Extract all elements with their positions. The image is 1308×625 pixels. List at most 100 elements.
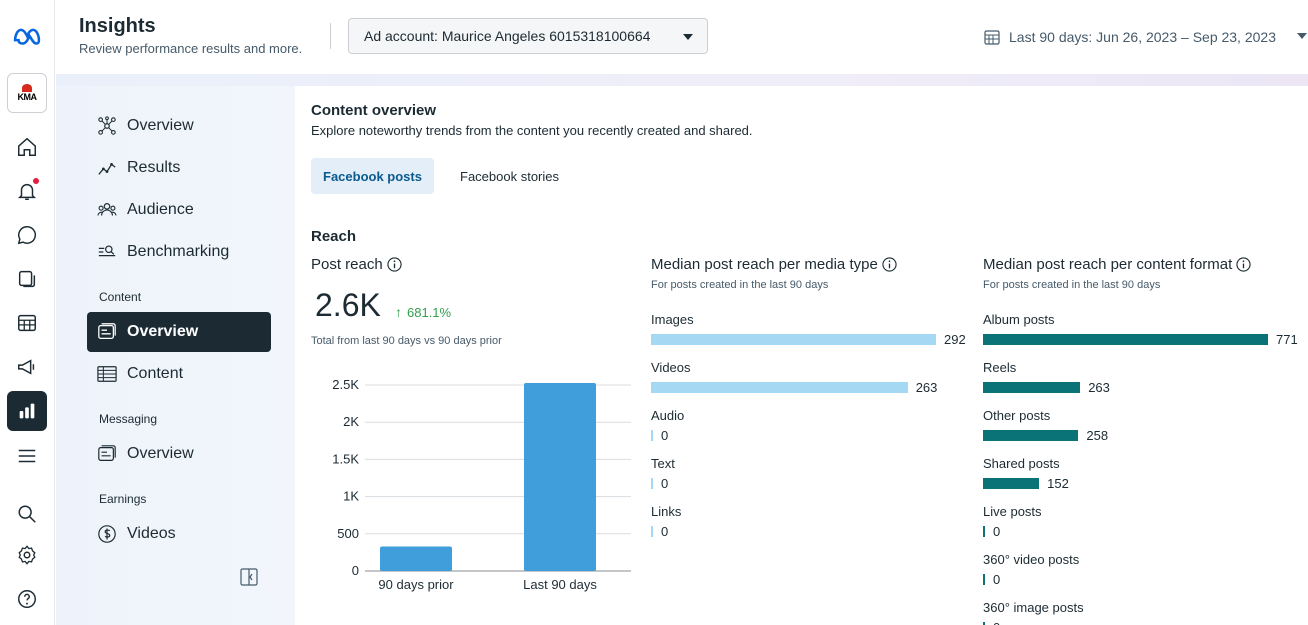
notifications-icon[interactable] — [7, 171, 47, 211]
audience-people-icon — [96, 199, 118, 221]
y-tick-label: 0 — [352, 563, 359, 578]
menu-icon[interactable] — [7, 436, 47, 476]
header-gradient-strip — [56, 74, 1308, 86]
messaging-overview-icon — [96, 443, 118, 465]
y-tick-label: 1K — [343, 489, 359, 504]
left-rail: KMA — [0, 0, 55, 625]
subnav-item-overview[interactable]: Overview — [87, 106, 271, 146]
account-logo-text: KMA — [17, 92, 38, 102]
post-reach-note: Total from last 90 days vs 90 days prior — [311, 335, 502, 347]
subnav-item-content[interactable]: Content — [87, 354, 271, 394]
horizontal-bar[interactable] — [651, 382, 908, 393]
account-avatar[interactable]: KMA — [7, 73, 47, 113]
page-subtitle: Review performance results and more. — [79, 41, 303, 56]
subnav-item-messaging-overview[interactable]: Overview — [87, 434, 271, 474]
subnav-item-label: Content — [127, 365, 184, 382]
horizontal-bar[interactable] — [651, 334, 936, 345]
insights-subnav: Overview Results Audience Benchmarking C… — [56, 86, 295, 625]
subnav-item-benchmarking[interactable]: Benchmarking — [87, 232, 271, 272]
bar-row-label: Other posts — [983, 408, 1051, 423]
bar-value-label: 0 — [661, 428, 669, 443]
bar-value-label: 0 — [993, 524, 1001, 539]
horizontal-bar[interactable] — [651, 478, 653, 489]
subnav-item-label: Benchmarking — [127, 243, 230, 260]
chart-bar[interactable] — [524, 383, 596, 571]
megaphone-icon[interactable] — [7, 347, 47, 387]
media-type-label: Median post reach per media type — [651, 256, 897, 273]
date-range-picker[interactable]: Last 90 days: Jun 26, 2023 – Sep 23, 202… — [984, 28, 1276, 46]
ad-account-label: Ad account: Maurice Angeles 601531810066… — [364, 28, 651, 44]
subnav-item-audience[interactable]: Audience — [87, 190, 271, 230]
date-range-label: Last 90 days: Jun 26, 2023 – Sep 23, 202… — [1009, 29, 1276, 45]
y-tick-label: 2K — [343, 414, 359, 429]
info-icon[interactable] — [1236, 257, 1251, 272]
x-tick-label: Last 90 days — [523, 577, 597, 592]
nav-section-messaging: Messaging — [99, 412, 158, 426]
home-icon[interactable] — [7, 127, 47, 167]
header-divider — [330, 23, 331, 49]
messages-icon[interactable] — [7, 215, 47, 255]
tab-facebook-stories[interactable]: Facebook stories — [448, 158, 571, 194]
bar-value-label: 263 — [1088, 380, 1110, 395]
post-reach-delta: ↑ 681.1% — [395, 304, 451, 320]
insights-icon[interactable] — [7, 391, 47, 431]
chart-bar[interactable] — [380, 546, 452, 571]
collapse-sidebar-icon[interactable] — [240, 568, 258, 586]
pages-icon[interactable] — [7, 259, 47, 299]
page-title: Insights — [79, 15, 156, 37]
horizontal-bar[interactable] — [651, 430, 653, 441]
help-icon[interactable] — [7, 579, 47, 619]
bar-row-label: Album posts — [983, 312, 1055, 327]
horizontal-bar[interactable] — [983, 526, 985, 537]
results-trend-icon — [96, 157, 118, 179]
bar-row-label: Reels — [983, 360, 1017, 375]
bar-value-label: 0 — [993, 572, 1001, 587]
horizontal-bar[interactable] — [983, 478, 1040, 489]
media-type-note: For posts created in the last 90 days — [651, 279, 829, 291]
metric-label-text: Median post reach per content format — [983, 256, 1233, 273]
x-tick-label: 90 days prior — [378, 577, 454, 592]
delta-value: 681.1% — [407, 304, 452, 320]
bar-row-label: Live posts — [983, 504, 1042, 519]
tab-facebook-posts[interactable]: Facebook posts — [311, 158, 434, 194]
search-icon[interactable] — [7, 494, 47, 534]
subnav-item-results[interactable]: Results — [87, 148, 271, 188]
subnav-item-label: Overview — [127, 323, 199, 340]
subnav-item-content-overview[interactable]: Overview — [87, 312, 271, 352]
date-range-chevron-icon[interactable] — [1297, 33, 1307, 39]
settings-icon[interactable] — [7, 535, 47, 575]
content-table-icon — [96, 363, 118, 385]
bar-value-label: 0 — [661, 476, 669, 491]
bar-value-label: 771 — [1276, 332, 1298, 347]
calendar-icon — [984, 30, 1000, 45]
meta-logo-icon[interactable] — [7, 15, 47, 55]
nav-section-content: Content — [99, 290, 142, 304]
ad-account-dropdown[interactable]: Ad account: Maurice Angeles 601531810066… — [348, 18, 708, 54]
account-logo-flame-icon — [22, 84, 32, 92]
bar-row-label: 360° image posts — [983, 600, 1084, 615]
info-icon[interactable] — [882, 257, 897, 272]
horizontal-bar[interactable] — [983, 430, 1079, 441]
section-title-reach: Reach — [311, 228, 357, 245]
post-reach-value: 2.6K — [315, 287, 381, 323]
bar-value-label: 258 — [1086, 428, 1109, 443]
subnav-item-videos[interactable]: Videos — [87, 514, 271, 554]
bar-value-label: 152 — [1047, 476, 1069, 491]
horizontal-bar[interactable] — [651, 526, 653, 537]
notification-badge — [33, 178, 39, 184]
info-icon[interactable] — [387, 257, 402, 272]
arrow-up-icon: ↑ — [395, 304, 402, 320]
horizontal-bar[interactable] — [983, 574, 985, 585]
card-subtitle: Explore noteworthy trends from the conte… — [311, 123, 753, 138]
content-overview-icon — [96, 321, 118, 343]
bar-row-label: 360° video posts — [983, 552, 1080, 567]
horizontal-bar[interactable] — [983, 334, 1268, 345]
horizontal-bar[interactable] — [983, 382, 1081, 393]
table-icon[interactable] — [7, 303, 47, 343]
subnav-item-label: Audience — [127, 201, 194, 218]
bar-row-label: Images — [651, 312, 694, 327]
page-header: Insights Review performance results and … — [56, 0, 1308, 74]
metric-label-text: Median post reach per media type — [651, 256, 878, 273]
card-title: Content overview — [311, 102, 437, 119]
chevron-down-icon — [683, 34, 693, 40]
